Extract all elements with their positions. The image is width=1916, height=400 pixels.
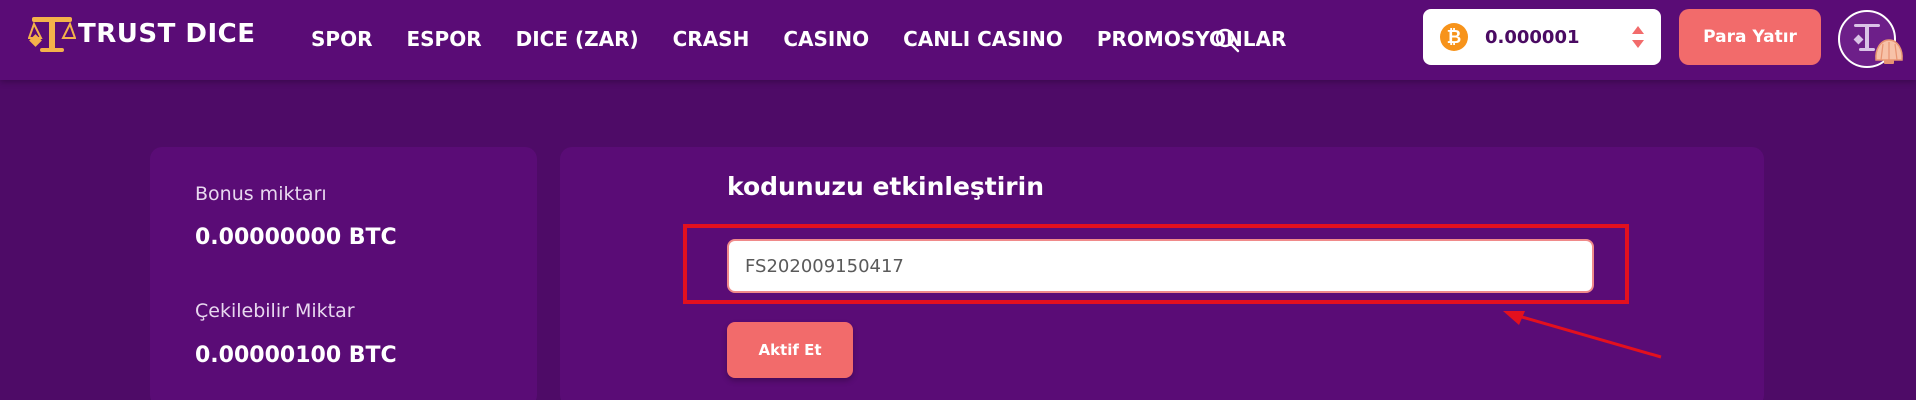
nav-spor[interactable]: SPOR xyxy=(311,27,372,51)
promo-code-input[interactable] xyxy=(727,239,1594,293)
wallet-balance-selector[interactable]: ₿ 0.000001 xyxy=(1423,9,1661,65)
nav-espor[interactable]: ESPOR xyxy=(406,27,481,51)
bonus-amount-label: Bonus miktarı xyxy=(195,183,327,205)
main-nav: SPOR ESPOR DICE (ZAR) CRASH CASINO CANLI… xyxy=(311,24,1320,54)
activate-button[interactable]: Aktif Et xyxy=(727,322,853,378)
top-header: TRUST DICE SPOR ESPOR DICE (ZAR) CRASH C… xyxy=(0,0,1916,80)
wallet-balance-value: 0.000001 xyxy=(1485,26,1580,48)
withdrawable-amount-label: Çekilebilir Miktar xyxy=(195,300,355,322)
shell-badge-icon xyxy=(1875,39,1903,64)
bitcoin-icon: ₿ xyxy=(1440,23,1468,51)
logo-text: TRUST DICE xyxy=(78,19,256,49)
balance-summary-card: Bonus miktarı 0.00000000 BTC Çekilebilir… xyxy=(150,147,537,400)
nav-casino[interactable]: CASINO xyxy=(783,27,869,51)
annotation-arrow-icon xyxy=(1503,311,1662,359)
nav-dice[interactable]: DICE (ZAR) xyxy=(516,27,639,51)
search-icon[interactable] xyxy=(1213,26,1241,54)
trust-dice-logo[interactable]: TRUST DICE xyxy=(28,14,255,54)
page: TRUST DICE SPOR ESPOR DICE (ZAR) CRASH C… xyxy=(0,0,1916,400)
nav-canli-casino[interactable]: CANLI CASINO xyxy=(903,27,1063,51)
scales-logo-icon xyxy=(28,17,76,52)
up-down-arrows-icon[interactable] xyxy=(1631,24,1645,50)
nav-crash[interactable]: CRASH xyxy=(673,27,750,51)
redeem-title: kodunuzu etkinleştirin xyxy=(727,172,1044,201)
deposit-button[interactable]: Para Yatır xyxy=(1679,9,1821,65)
bonus-amount-value: 0.00000000 BTC xyxy=(195,225,397,250)
withdrawable-amount-value: 0.00000100 BTC xyxy=(195,343,397,368)
nav-promosyonlar[interactable]: PROMOSYONLAR xyxy=(1097,27,1287,51)
